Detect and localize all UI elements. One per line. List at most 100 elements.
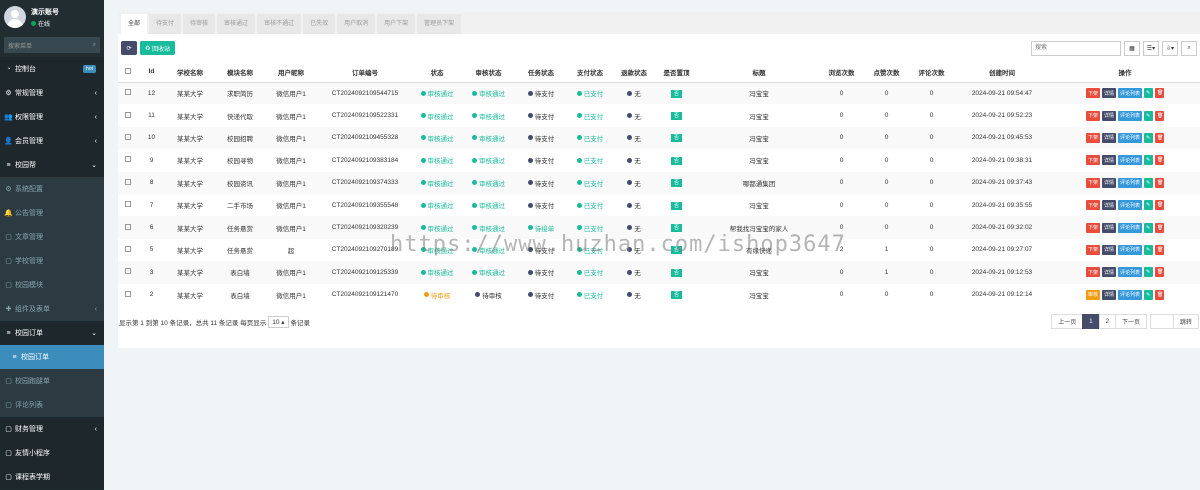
offline-button[interactable]: 下架 <box>1085 200 1100 211</box>
offline-button[interactable]: 下架 <box>1085 132 1100 143</box>
row-checkbox-cell[interactable] <box>118 82 138 104</box>
sidebar-item[interactable]: ⚙ 系统配置 <box>0 177 104 201</box>
edit-icon[interactable]: ✎ <box>1144 155 1154 166</box>
page-1-button[interactable]: 1 <box>1082 314 1100 330</box>
offline-button[interactable]: 下架 <box>1085 244 1100 255</box>
comment-list-button[interactable]: 评论列表 <box>1118 289 1143 300</box>
tab-3[interactable]: 审核通过 <box>217 14 256 34</box>
detail-button[interactable]: 详情 <box>1101 88 1116 99</box>
row-checkbox-cell[interactable] <box>118 239 138 261</box>
detail-button[interactable]: 详情 <box>1101 222 1116 233</box>
sidebar-item[interactable]: ≡ 校园订单 ⌄ <box>0 321 104 345</box>
sidebar-item[interactable]: ▢ 财务管理 ‹ <box>0 417 104 441</box>
offline-button[interactable]: 下架 <box>1085 155 1100 166</box>
search-icon[interactable]: ⌕ <box>93 42 96 49</box>
row-checkbox-cell[interactable] <box>118 194 138 216</box>
sidebar-item[interactable]: ▢ 友情小程序 <box>0 441 104 465</box>
edit-icon[interactable]: ✎ <box>1144 289 1154 300</box>
comment-list-button[interactable]: 评论列表 <box>1118 177 1143 188</box>
tab-6[interactable]: 用户取消 <box>337 14 376 34</box>
common-search-button[interactable]: ⌕ <box>1181 40 1197 56</box>
offline-button[interactable]: 下架 <box>1085 177 1100 188</box>
offline-button[interactable]: 下架 <box>1085 267 1100 278</box>
edit-icon[interactable]: ✎ <box>1144 244 1154 255</box>
comment-list-button[interactable]: 评论列表 <box>1118 244 1143 255</box>
row-checkbox[interactable] <box>125 245 131 252</box>
delete-icon[interactable]: 🗑 <box>1155 244 1165 255</box>
row-checkbox[interactable] <box>125 201 131 208</box>
row-checkbox-cell[interactable] <box>118 127 138 149</box>
select-all-checkbox[interactable] <box>118 62 138 83</box>
search-input[interactable]: 搜索菜单 <box>8 41 32 50</box>
next-page-button[interactable]: 下一页 <box>1114 314 1147 330</box>
delete-icon[interactable]: 🗑 <box>1155 132 1165 143</box>
tab-7[interactable]: 用户下架 <box>377 14 416 34</box>
edit-icon[interactable]: ✎ <box>1144 200 1154 211</box>
recycle-button[interactable]: ♻ 回收站 <box>140 41 176 55</box>
columns-button[interactable]: ☰▾ <box>1143 40 1159 56</box>
delete-icon[interactable]: 🗑 <box>1155 267 1165 278</box>
sidebar-item[interactable]: ▢ 校园模块 <box>0 273 104 297</box>
offline-button[interactable]: 下架 <box>1085 88 1100 99</box>
comment-list-button[interactable]: 评论列表 <box>1118 200 1143 211</box>
sidebar-item[interactable]: 🔔 公告管理 <box>0 201 104 225</box>
edit-icon[interactable]: ✎ <box>1144 132 1154 143</box>
sidebar-item[interactable]: ▢ 学校管理 <box>0 249 104 273</box>
offline-button[interactable]: 下架 <box>1085 222 1100 233</box>
edit-icon[interactable]: ✎ <box>1144 267 1154 278</box>
delete-icon[interactable]: 🗑 <box>1155 177 1165 188</box>
sidebar-item[interactable]: 👤 会员管理 ‹ <box>0 129 104 153</box>
comment-list-button[interactable]: 评论列表 <box>1118 110 1143 121</box>
sidebar-item[interactable]: ▢ 评论列表 <box>0 393 104 417</box>
sidebar-item[interactable]: ◔ 控制台 hot <box>0 57 104 81</box>
tab-0[interactable]: 全部 <box>121 14 148 34</box>
comment-list-button[interactable]: 评论列表 <box>1118 267 1143 278</box>
row-checkbox[interactable] <box>125 268 131 275</box>
edit-icon[interactable]: ✎ <box>1144 110 1154 121</box>
tab-4[interactable]: 审核不通过 <box>257 14 302 34</box>
delete-icon[interactable]: 🗑 <box>1155 88 1165 99</box>
prev-page-button[interactable]: 上一页 <box>1051 314 1084 330</box>
sidebar-item[interactable]: ⚙ 常规管理 ‹ <box>0 81 104 105</box>
comment-list-button[interactable]: 评论列表 <box>1118 155 1143 166</box>
jump-page-input[interactable] <box>1149 314 1174 330</box>
row-checkbox-cell[interactable] <box>118 261 138 283</box>
sidebar-item[interactable]: ▢ 校园跑腿单 <box>0 369 104 393</box>
page-2-button[interactable]: 2 <box>1098 314 1116 330</box>
sidebar-item[interactable]: ▢ 文章管理 <box>0 225 104 249</box>
detail-button[interactable]: 详情 <box>1101 267 1116 278</box>
delete-icon[interactable]: 🗑 <box>1155 222 1165 233</box>
sidebar-search[interactable]: 搜索菜单 ⌕ <box>4 37 100 53</box>
sidebar-item[interactable]: ▢ 课程表学期 <box>0 465 104 489</box>
row-checkbox[interactable] <box>125 89 131 96</box>
row-checkbox[interactable] <box>125 290 131 297</box>
refresh-button[interactable]: ⟳ <box>121 41 137 55</box>
edit-icon[interactable]: ✎ <box>1144 177 1154 188</box>
detail-button[interactable]: 详情 <box>1101 200 1116 211</box>
export-button[interactable]: ⇩▾ <box>1162 40 1178 56</box>
row-checkbox[interactable] <box>125 133 131 140</box>
delete-icon[interactable]: 🗑 <box>1155 155 1165 166</box>
sidebar-item[interactable]: 👥 权限管理 ‹ <box>0 105 104 129</box>
comment-list-button[interactable]: 评论列表 <box>1118 222 1143 233</box>
row-checkbox-cell[interactable] <box>118 104 138 126</box>
audit-button[interactable]: 审核 <box>1085 289 1100 300</box>
detail-button[interactable]: 详情 <box>1101 132 1116 143</box>
tab-1[interactable]: 待支付 <box>149 14 182 34</box>
row-checkbox[interactable] <box>125 178 131 185</box>
detail-button[interactable]: 详情 <box>1101 244 1116 255</box>
detail-button[interactable]: 详情 <box>1101 110 1116 121</box>
tab-2[interactable]: 待审核 <box>183 14 216 34</box>
edit-icon[interactable]: ✎ <box>1144 88 1154 99</box>
delete-icon[interactable]: 🗑 <box>1155 200 1165 211</box>
row-checkbox-cell[interactable] <box>118 172 138 194</box>
row-checkbox-cell[interactable] <box>118 149 138 171</box>
sidebar-item[interactable]: ≡ 校园订单 <box>0 345 104 369</box>
detail-button[interactable]: 详情 <box>1101 155 1116 166</box>
jump-button[interactable]: 跳转 <box>1172 314 1199 330</box>
sidebar-item[interactable]: ✚ 组件及表单 ‹ <box>0 297 104 321</box>
row-checkbox[interactable] <box>125 156 131 163</box>
row-checkbox-cell[interactable] <box>118 284 138 306</box>
row-checkbox[interactable] <box>125 223 131 230</box>
tab-5[interactable]: 已失效 <box>303 14 336 34</box>
